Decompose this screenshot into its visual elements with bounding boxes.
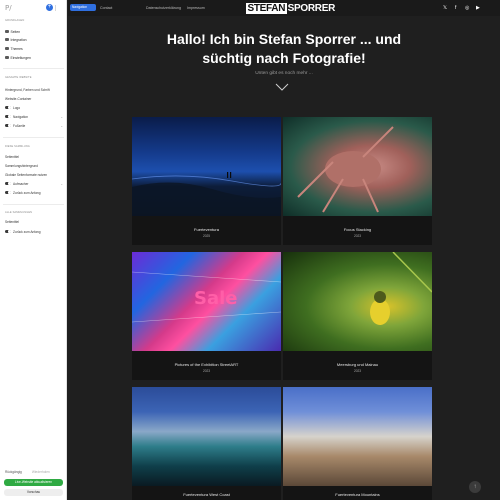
hero-title: Hallo! Ich bin Stefan Sporrer ... und sü… (166, 31, 402, 66)
svg-text:Sale: Sale (194, 288, 238, 309)
redo-button[interactable]: Wiederholen (32, 470, 50, 474)
sidebar-item-pages[interactable]: Seiten (5, 29, 20, 34)
footer-toggle[interactable] (5, 124, 11, 127)
youtube-icon[interactable]: ▶ (476, 5, 480, 11)
gallery-image (283, 387, 432, 486)
toggle-row-back-to-top[interactable]: Zurück zum Anfang (5, 190, 63, 195)
divider (3, 204, 64, 205)
collection-page-title-select[interactable]: Seitentitel (5, 155, 19, 159)
instagram-icon[interactable]: ◎ (465, 5, 469, 11)
gallery-card[interactable]: Fuerteventura West Coast (132, 387, 281, 500)
undo-button[interactable]: Rückgängig (5, 470, 22, 474)
sidebar-item-settings[interactable]: Einstellungen (5, 55, 31, 60)
street-art-illustration: Sale (131, 271, 282, 323)
toolbar-separator (55, 5, 56, 11)
card-title: Fuerteventura (194, 227, 219, 232)
chevron-down-icon[interactable]: ⌄ (60, 124, 63, 128)
gear-icon (5, 55, 9, 60)
facebook-icon[interactable]: f (455, 5, 456, 11)
logo-part-b: SPORRER (287, 2, 336, 14)
card-year: 2025 (202, 234, 211, 238)
themes-icon (5, 46, 9, 51)
website-container-link[interactable]: Website-Container (5, 97, 31, 101)
gallery-card[interactable]: Fuerteventura Mountains (283, 387, 432, 500)
editor-logo: P/ (5, 4, 12, 12)
editor-sidebar: P/ + Grundlagen Seiten Integration Theme… (0, 0, 67, 500)
logo-part-a: STEFAN (246, 2, 287, 14)
card-title: Fuerteventura West Coast (183, 492, 230, 497)
scroll-to-top-button[interactable]: ↑ (469, 481, 481, 493)
logo-toggle[interactable] (5, 106, 11, 109)
section-title-collection: Diese Sammlung (5, 145, 30, 148)
bird-illustration (370, 251, 433, 325)
preview-button[interactable]: Vorschau (4, 489, 63, 496)
chevron-down-icon[interactable]: ⌄ (60, 182, 63, 186)
all-back-to-top-toggle[interactable] (5, 230, 11, 233)
gallery-card[interactable]: Fuerteventura 2025 (131, 117, 282, 245)
gallery-card[interactable]: Focus Stacking 2023 (283, 117, 432, 245)
toggle-row-navigation[interactable]: Navigation ⌄ (5, 114, 63, 119)
card-year: 2023 (202, 369, 211, 373)
add-button[interactable]: + (46, 4, 53, 11)
section-title-all-collections: Alle Sammlungen (5, 211, 33, 214)
integration-icon (5, 37, 9, 42)
gallery-card[interactable]: Meersburg und Mainau 2023 (283, 251, 433, 380)
gallery-image: Sale (131, 252, 282, 351)
chevron-down-icon[interactable] (275, 83, 289, 92)
card-title: Focus Stacking (343, 227, 372, 232)
toggle-row-header[interactable]: Aufmacher ⌄ (5, 181, 63, 186)
card-year: 2023 (353, 234, 362, 238)
toggle-row-logo[interactable]: Logo (5, 105, 63, 110)
card-title: Meersburg und Mainau (336, 362, 379, 367)
site-logo[interactable]: STEFAN SPORRER (246, 2, 335, 14)
bg-colors-fonts-link[interactable]: Hintergrund, Farben und Schrift (5, 88, 50, 92)
site-header: Navigation Contact Datenschutzerklärung … (68, 0, 500, 16)
global-formats-option[interactable]: Globale Seitenformate nutzen (5, 173, 47, 177)
bug-illustration (297, 126, 394, 213)
navigation-button[interactable]: Navigation (70, 4, 96, 11)
section-title-website: Gesamte Website (5, 76, 32, 79)
toggle-row-footer[interactable]: Fußzeile ⌄ (5, 123, 63, 128)
divider (3, 68, 64, 69)
collection-background-link[interactable]: Sammlungshintergrund (5, 164, 38, 168)
sidebar-item-integration[interactable]: Integration (5, 37, 27, 42)
website-preview: Navigation Contact Datenschutzerklärung … (68, 0, 500, 500)
gallery-image (283, 117, 432, 216)
nav-link-contact[interactable]: Contact (100, 6, 112, 10)
pages-icon (5, 29, 9, 34)
gallery-image (132, 387, 281, 486)
section-title-general: Grundlagen (5, 19, 25, 22)
nav-link-privacy[interactable]: Datenschutzerklärung (146, 6, 181, 10)
card-title: Fuerteventura Mountains (335, 492, 380, 497)
gallery-card[interactable]: Sale Pictures of the Exhibition StreetAR… (131, 252, 282, 380)
header-toggle[interactable] (5, 182, 11, 185)
x-icon[interactable]: 𝕏 (443, 5, 447, 11)
hero-subtitle: Unten gibt es noch mehr ... (255, 71, 313, 76)
sidebar-item-themes[interactable]: Themes (5, 46, 23, 51)
gallery-image (131, 117, 282, 216)
all-page-title-select[interactable]: Seitentitel (5, 220, 19, 224)
beach-illustration (131, 172, 282, 216)
toggle-row-all-back-to-top[interactable]: Zurück zum Anfang (5, 229, 63, 234)
gallery-image (283, 251, 433, 351)
card-year: 2023 (353, 369, 362, 373)
navigation-toggle[interactable] (5, 115, 11, 118)
card-title: Pictures of the Exhibition StreetART (174, 362, 239, 367)
undo-redo-row: Rückgängig Wiederholen (5, 470, 50, 474)
nav-link-imprint[interactable]: Impressum (187, 6, 205, 10)
back-to-top-toggle[interactable] (5, 191, 11, 194)
divider (3, 137, 64, 138)
publish-button[interactable]: Live-Website aktualisieren (4, 479, 63, 486)
chevron-down-icon[interactable]: ⌄ (60, 115, 63, 119)
